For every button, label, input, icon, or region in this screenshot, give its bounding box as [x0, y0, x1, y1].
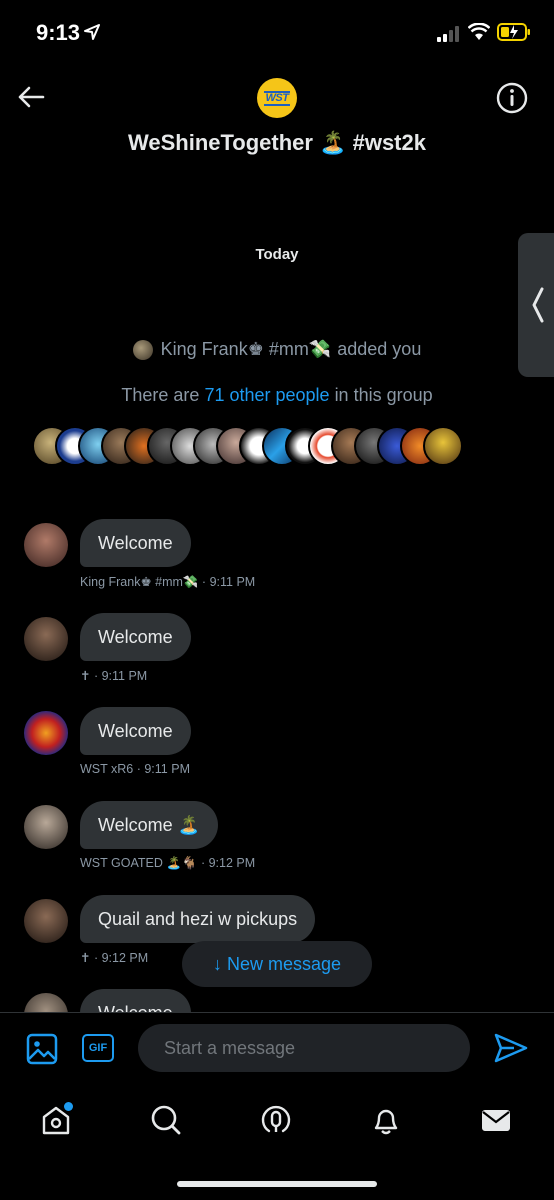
sender-avatar[interactable]	[24, 805, 68, 849]
add-image-button[interactable]	[26, 1033, 58, 1070]
message-bubble[interactable]: Welcome 🏝️	[80, 801, 219, 849]
arrow-left-icon	[18, 86, 45, 108]
member-avatar	[423, 426, 463, 466]
home-notification-dot	[64, 1102, 73, 1111]
send-icon	[494, 1033, 528, 1063]
message-meta: King Frank♚ #mm💸 · 9:11 PM	[80, 575, 256, 589]
back-button[interactable]	[14, 82, 48, 112]
send-button[interactable]	[494, 1033, 528, 1068]
message-meta: WST GOATED 🏝️🐐 · 9:12 PM	[80, 856, 256, 870]
adder-avatar	[132, 339, 153, 360]
message-bubble[interactable]: Welcome	[80, 613, 191, 661]
member-avatar-strip[interactable]	[32, 426, 463, 466]
new-message-pill[interactable]: ↓ New message	[182, 941, 372, 987]
bell-icon	[374, 1109, 398, 1135]
date-separator: Today	[255, 246, 299, 263]
adder-name: King Frank♚ #mm💸	[160, 339, 332, 359]
status-bar: 9:13	[0, 0, 554, 66]
info-icon	[496, 82, 528, 114]
tab-spaces[interactable]	[256, 1100, 296, 1140]
group-members-notice: There are 71 other people in this group	[0, 385, 554, 406]
info-button[interactable]	[496, 82, 528, 114]
home-indicator	[177, 1181, 377, 1187]
sender-avatar[interactable]	[24, 899, 68, 943]
cellular-signal-icon	[437, 26, 459, 42]
battery-charging-icon	[497, 23, 530, 41]
added-you-text: added you	[337, 339, 422, 359]
message-bubble[interactable]: Welcome	[80, 707, 191, 755]
other-people-link[interactable]: 71 other people	[204, 385, 329, 405]
group-avatar[interactable]: WST	[257, 78, 297, 118]
spaces-icon	[261, 1105, 291, 1133]
sender-avatar[interactable]	[24, 617, 68, 661]
image-icon	[26, 1033, 58, 1065]
added-you-notice: King Frank♚ #mm💸 added you	[0, 339, 554, 360]
envelope-icon	[482, 1110, 510, 1131]
others-suffix: in this group	[334, 385, 433, 405]
chevron-left-icon	[532, 287, 544, 323]
search-icon	[151, 1105, 181, 1135]
sender-avatar[interactable]	[24, 711, 68, 755]
group-title[interactable]: WeShineTogether 🏝️ #wst2k	[0, 130, 554, 156]
others-prefix: There are	[121, 385, 200, 405]
group-avatar-logo: WST	[263, 90, 291, 106]
wifi-icon	[468, 23, 490, 40]
tab-search[interactable]	[146, 1100, 186, 1140]
message-bubble[interactable]: Welcome	[80, 519, 191, 567]
status-time: 9:13	[36, 20, 81, 45]
sender-avatar[interactable]	[24, 523, 68, 567]
tab-home[interactable]	[36, 1100, 76, 1140]
tab-notifications[interactable]	[366, 1100, 406, 1140]
message-meta: ✝ · 9:11 PM	[80, 669, 148, 683]
tab-messages[interactable]	[476, 1100, 516, 1140]
message-bubble[interactable]: Quail and hezi w pickups	[80, 895, 316, 943]
message-meta: WST xR6 · 9:11 PM	[80, 762, 190, 776]
gif-button[interactable]: GIF	[82, 1034, 114, 1062]
message-input[interactable]	[138, 1024, 470, 1072]
message-meta: ✝ · 9:12 PM	[80, 951, 149, 965]
message-composer: GIF	[0, 1012, 554, 1082]
location-arrow-icon	[84, 24, 100, 40]
